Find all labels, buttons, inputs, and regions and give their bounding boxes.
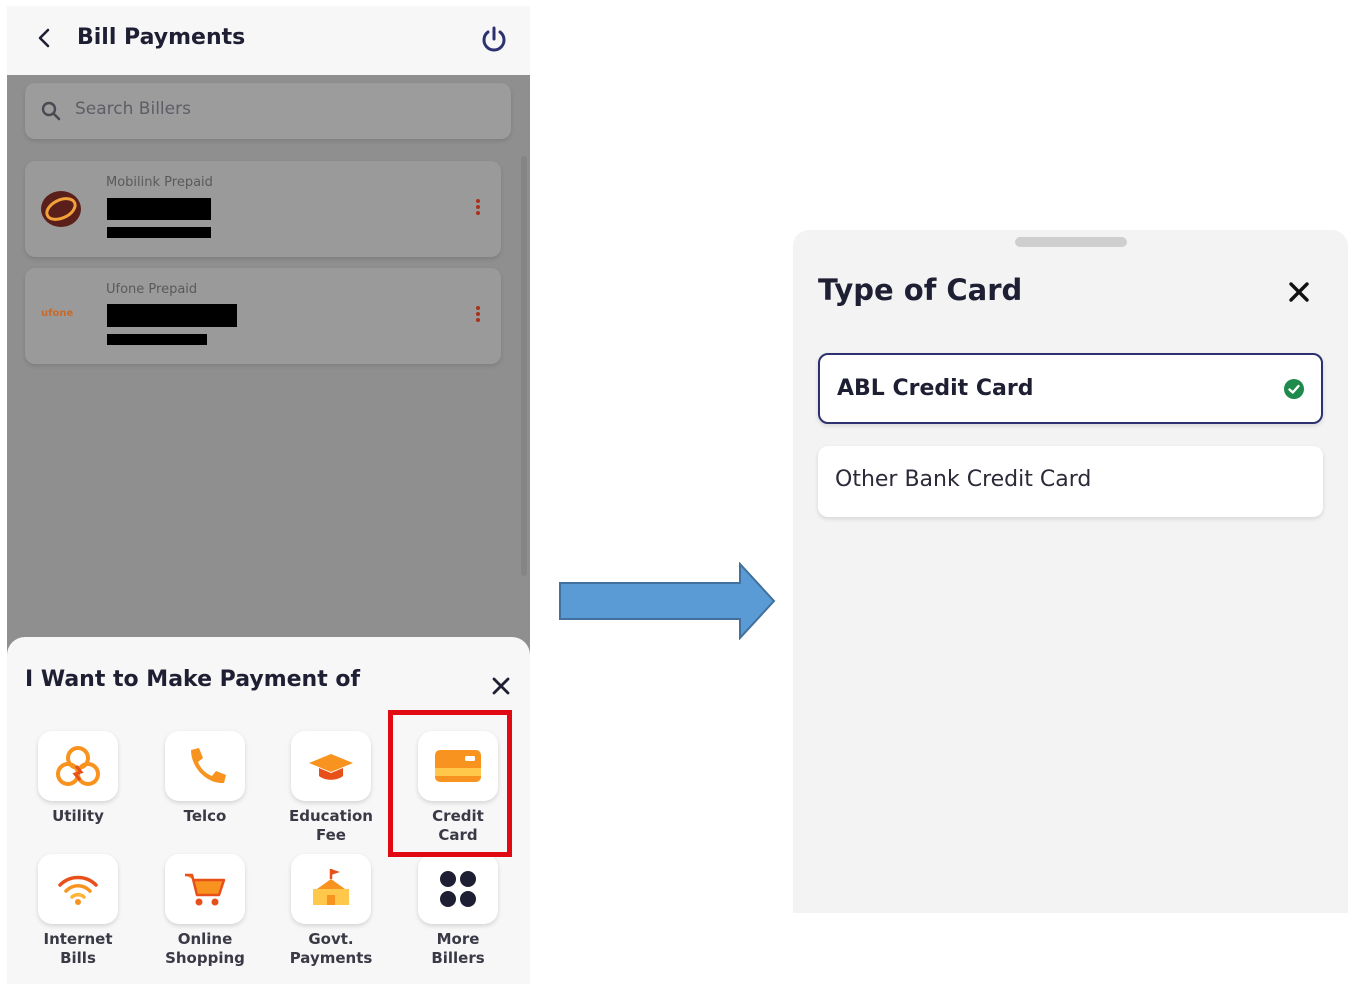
category-tile <box>38 854 118 924</box>
category-education-fee[interactable]: Education Fee <box>276 731 386 845</box>
category-tile <box>418 731 498 801</box>
category-tile <box>38 731 118 801</box>
power-icon[interactable] <box>479 24 509 54</box>
close-icon[interactable] <box>1287 280 1311 304</box>
category-tile <box>165 731 245 801</box>
more-options-icon[interactable] <box>475 306 481 324</box>
credit-card-icon <box>435 750 481 782</box>
category-internet-bills[interactable]: Internet Bills <box>23 854 133 968</box>
category-credit-card[interactable]: Credit Card <box>403 731 513 845</box>
category-tile <box>165 854 245 924</box>
page-title: Bill Payments <box>77 25 246 50</box>
biller-card-ufone[interactable]: ufone Ufone Prepaid <box>25 268 501 364</box>
transition-arrow-icon <box>559 562 776 640</box>
type-of-card-sheet: Type of Card ABL Credit Card Other Bank … <box>793 230 1348 913</box>
ufone-logo: ufone <box>41 308 74 319</box>
category-tile <box>291 731 371 801</box>
category-online-shopping[interactable]: Online Shopping <box>150 854 260 968</box>
biller-card-mobilink[interactable]: Mobilink Prepaid <box>25 161 501 257</box>
graduation-cap-icon <box>309 754 353 780</box>
category-label: More Billers <box>431 930 485 967</box>
option-label: Other Bank Credit Card <box>835 467 1092 492</box>
category-label: Telco <box>183 807 227 825</box>
more-options-icon[interactable] <box>475 199 481 217</box>
option-abl-credit-card[interactable]: ABL Credit Card <box>818 353 1323 424</box>
phone-icon <box>191 748 226 784</box>
close-icon[interactable] <box>490 675 512 697</box>
utility-icon <box>56 746 100 786</box>
back-arrow-icon[interactable] <box>33 26 57 50</box>
option-label: ABL Credit Card <box>837 376 1034 401</box>
category-telco[interactable]: Telco <box>150 731 260 826</box>
drag-handle[interactable] <box>1015 237 1127 247</box>
sheet-title: I Want to Make Payment of <box>25 667 361 692</box>
wifi-icon <box>58 875 98 905</box>
search-input[interactable]: Search Billers <box>25 83 511 139</box>
app-header: Bill Payments <box>7 6 530 75</box>
search-icon <box>41 101 61 121</box>
category-label: Education Fee <box>289 807 373 844</box>
redacted-account-number <box>107 304 237 327</box>
category-govt-payments[interactable]: Govt. Payments <box>276 854 386 968</box>
category-label: Credit Card <box>432 807 484 844</box>
jazz-logo <box>41 191 81 227</box>
redacted-account-number <box>107 198 211 220</box>
more-grid-icon <box>440 871 476 907</box>
redacted-account-name <box>107 227 211 238</box>
category-utility[interactable]: Utility <box>23 731 133 826</box>
bill-payments-screen: Bill Payments Search Billers Mobilink Pr… <box>7 6 530 984</box>
category-label: Utility <box>52 807 104 825</box>
redacted-account-name <box>107 334 207 345</box>
shopping-cart-icon <box>185 873 226 906</box>
biller-name: Ufone Prepaid <box>106 282 198 297</box>
search-placeholder: Search Billers <box>75 99 191 119</box>
category-label: Online Shopping <box>165 930 245 967</box>
category-tile <box>291 854 371 924</box>
check-circle-icon <box>1284 379 1304 399</box>
sheet-title: Type of Card <box>818 273 1023 307</box>
payment-category-sheet: I Want to Make Payment of Utility Telco … <box>7 637 530 984</box>
category-more-billers[interactable]: More Billers <box>403 854 513 968</box>
category-tile <box>418 854 498 924</box>
category-label: Internet Bills <box>43 930 113 967</box>
biller-name: Mobilink Prepaid <box>106 175 213 190</box>
option-other-bank-credit-card[interactable]: Other Bank Credit Card <box>818 446 1323 517</box>
government-building-icon <box>313 869 349 905</box>
category-label: Govt. Payments <box>289 930 373 967</box>
scrollbar[interactable] <box>521 156 527 576</box>
